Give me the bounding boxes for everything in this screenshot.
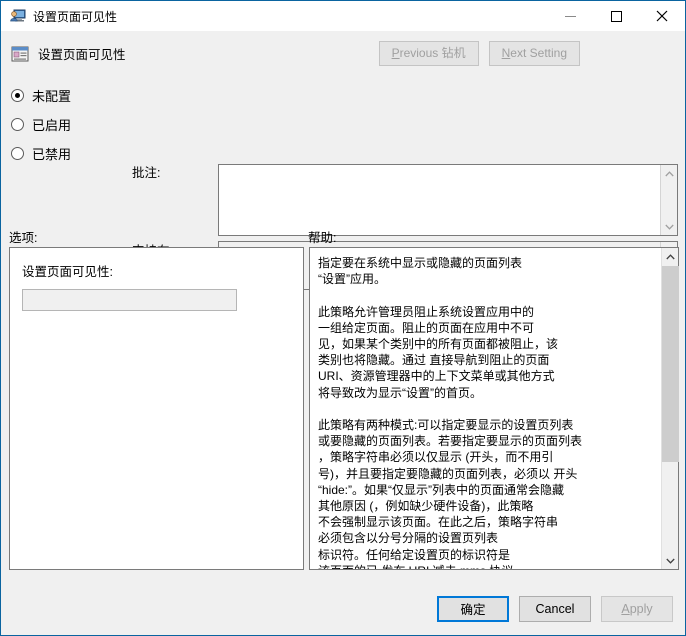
radio-label-enabled: 已启用 (32, 118, 72, 133)
options-label: 选项: (9, 231, 38, 245)
radio-mark-icon (11, 118, 24, 131)
minimize-button[interactable] (547, 1, 593, 31)
help-pane: 指定要在系统中显示或隐藏的页面列表 “设置”应用。 此策略允许管理员阻止系统设置… (309, 247, 679, 570)
comment-label: 批注: (132, 166, 161, 180)
main-panes: 设置页面可见性: 指定要在系统中显示或隐藏的页面列表 “设置”应用。 此策略允许… (1, 247, 685, 582)
scroll-down-icon[interactable] (662, 552, 679, 569)
help-scroll-thumb[interactable] (662, 266, 679, 462)
radio-label-disabled: 已禁用 (32, 147, 72, 162)
group-policy-setting-dialog: 设置页面可见性 设置页面可见性 Previous 钻机 Next Setting… (0, 0, 686, 636)
previous-accel: P (391, 46, 400, 60)
computer-user-icon (10, 8, 26, 24)
page-visibility-field-label: 设置页面可见性: (22, 265, 113, 279)
next-setting-button[interactable]: Next Setting (488, 41, 580, 66)
cancel-button[interactable]: Cancel (519, 595, 591, 622)
scroll-up-icon[interactable] (661, 165, 678, 182)
radio-enabled[interactable]: 已启用 (11, 110, 141, 139)
setting-header: 设置页面可见性 Previous 钻机 Next Setting (1, 31, 685, 76)
close-icon (656, 10, 668, 22)
help-scrollbar[interactable] (661, 248, 679, 569)
ok-label: 确定 (460, 603, 486, 617)
title-bar: 设置页面可见性 (1, 1, 685, 31)
page-visibility-input[interactable] (22, 289, 237, 311)
window-title: 设置页面可见性 (33, 9, 118, 24)
state-and-comment-area: 未配置 已启用 已禁用 批注: 支持在: (1, 76, 685, 290)
previous-label: revious 钻机 (399, 46, 466, 60)
dialog-footer: 确定 Cancel Apply (1, 582, 685, 635)
apply-accel: A (621, 601, 630, 616)
policy-setting-icon (11, 45, 29, 63)
section-label-row: 选项: 帮助: (1, 221, 685, 247)
radio-disabled[interactable]: 已禁用 (11, 139, 141, 168)
minimize-icon (564, 15, 576, 17)
previous-setting-button[interactable]: Previous 钻机 (378, 41, 479, 66)
policy-state-radio-group: 未配置 已启用 已禁用 (11, 81, 141, 168)
nav-button-group: Previous 钻机 Next Setting (378, 41, 675, 66)
maximize-button[interactable] (593, 1, 639, 31)
ok-button[interactable]: 确定 (437, 595, 509, 622)
radio-mark-icon (11, 147, 24, 160)
window-controls (547, 1, 685, 31)
setting-title: 设置页面可见性 (38, 48, 126, 62)
scroll-up-icon[interactable] (662, 248, 679, 265)
radio-label-not-configured: 未配置 (32, 89, 72, 104)
apply-button[interactable]: Apply (601, 595, 673, 622)
radio-not-configured[interactable]: 未配置 (11, 81, 141, 110)
close-button[interactable] (639, 1, 685, 31)
help-text: 指定要在系统中显示或隐藏的页面列表 “设置”应用。 此策略允许管理员阻止系统设置… (318, 256, 583, 569)
cancel-label: Cancel (535, 601, 575, 616)
next-accel: N (501, 46, 511, 60)
apply-label: pply (629, 601, 653, 616)
options-pane: 设置页面可见性: (9, 247, 304, 570)
maximize-icon (610, 10, 622, 22)
help-label: 帮助: (308, 231, 337, 245)
next-label: ext Setting (510, 46, 567, 60)
radio-mark-icon (11, 89, 24, 102)
